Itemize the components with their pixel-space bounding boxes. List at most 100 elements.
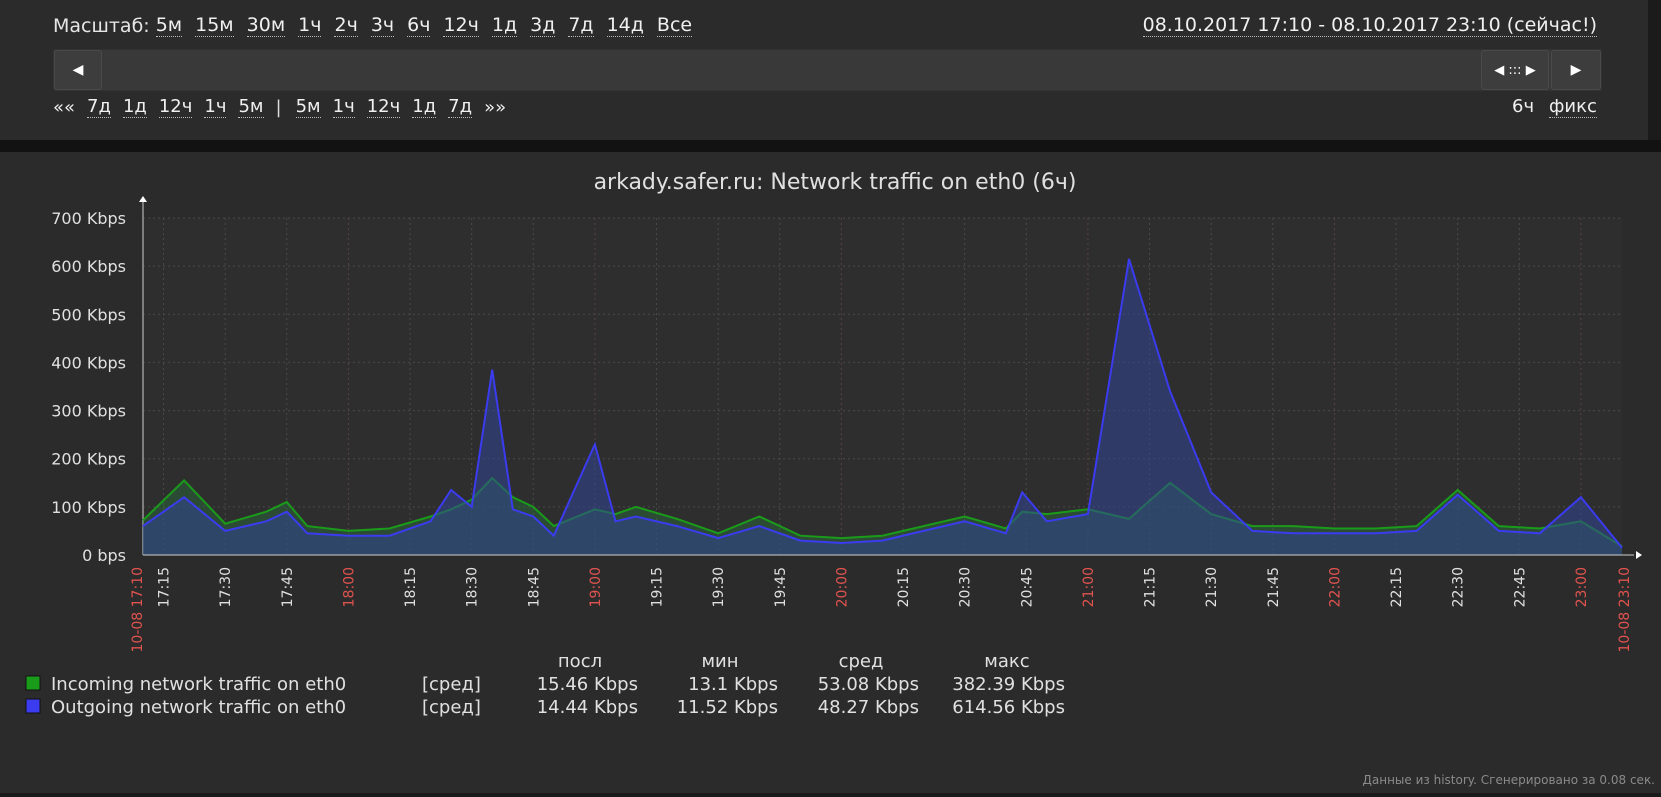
zoom-link-10[interactable]: 7д [568,14,593,37]
y-tick-label: 500 Kbps [51,305,126,324]
legend-func: [сред] [422,674,481,695]
x-tick-label: 17:30 [218,567,234,607]
chart-legend: послминсредмаксIncoming network traffic … [26,651,1065,718]
nav-row: «« 7д 1д 12ч 1ч 5м | 5м 1ч 12ч 1д 7д »» [53,96,518,118]
nav-first-link[interactable]: «« [53,97,75,118]
scroll-right-button[interactable]: ▶ [1551,50,1601,90]
x-end-label: 10-08 23:10 [1617,567,1633,652]
x-start-label: 10-08 17:10 [130,567,146,652]
x-tick-label: 18:30 [465,567,481,607]
nav-forward-link-2[interactable]: 12ч [367,96,401,118]
filter-panel: Масштаб: 5м 15м 30м 1ч 2ч 3ч 6ч 12ч 1д 3д 7д 14д Все… [0,0,1648,140]
y-tick-label: 400 Kbps [51,353,126,372]
nav-back-links: 7д 1д 12ч 1ч 5м [87,96,275,118]
zoom-link-6[interactable]: 6ч [407,14,430,37]
zoom-link-3[interactable]: 1ч [298,14,321,37]
nav-last-link[interactable]: »» [484,97,506,118]
legend-func: [сред] [422,697,481,718]
zoom-link-11[interactable]: 14д [607,14,644,37]
x-tick-label: 23:00 [1574,567,1590,607]
x-tick-label: 21:00 [1081,567,1097,607]
x-tick-label: 19:15 [650,567,666,607]
nav-forward-link-4[interactable]: 7д [448,96,472,118]
nav-back-link-3[interactable]: 1ч [204,96,226,118]
time-range[interactable]: 08.10.2017 17:10 - 08.10.2017 23:10 (сей… [1143,14,1597,37]
legend-value-max: 382.39 Kbps [952,674,1065,695]
zoom-link-7[interactable]: 12ч [443,14,478,37]
zoom-links: 5м 15м 30м 1ч 2ч 3ч 6ч 12ч 1д 3д 7д 14д Все [156,14,705,37]
x-tick-label: 21:45 [1266,567,1282,607]
network-traffic-chart[interactable]: arkady.safer.ru: Network traffic on eth0… [0,152,1661,793]
legend-swatch [26,676,40,690]
zoom-link-5[interactable]: 3ч [371,14,394,37]
zoom-link-8[interactable]: 1д [492,14,517,37]
scale-label: Масштаб: [53,15,150,37]
zoom-link-1[interactable]: 15м [195,14,234,37]
zoom-link-9[interactable]: 3д [530,14,555,37]
x-tick-label: 20:45 [1019,567,1035,607]
legend-series-name: Outgoing network traffic on eth0 [51,697,346,718]
legend-value-avg: 48.27 Kbps [818,697,919,718]
legend-value-min: 11.52 Kbps [677,697,778,718]
plot-background [143,218,1622,555]
x-axis: 17:1517:3017:4518:0018:1518:3018:4519:00… [130,551,1642,652]
x-tick-label: 17:15 [157,567,173,607]
x-tick-label: 22:00 [1327,567,1343,607]
x-tick-label: 18:15 [403,567,419,607]
zoom-link-2[interactable]: 30м [247,14,286,37]
nav-back-link-2[interactable]: 12ч [159,96,193,118]
graph-container: arkady.safer.ru: Network traffic on eth0… [0,152,1661,793]
arrow-right-icon: ▶ [1571,62,1582,78]
legend-value-last: 15.46 Kbps [537,674,638,695]
nav-forward-link-0[interactable]: 5м [296,96,321,118]
chart-grid [143,218,1622,555]
generation-footnote: Данные из history. Сгенерировано за 0.08… [1363,773,1656,787]
x-tick-label: 19:45 [773,567,789,607]
nav-back-link-0[interactable]: 7д [87,96,111,118]
y-tick-label: 700 Kbps [51,209,126,228]
zoom-link-12[interactable]: Все [657,14,692,37]
legend-value-last: 14.44 Kbps [537,697,638,718]
zoom-link-4[interactable]: 2ч [334,14,357,37]
y-tick-label: 100 Kbps [51,498,126,517]
scroll-left-button[interactable]: ◀ [54,50,102,90]
nav-separator: | [276,97,282,118]
legend-header: мин [701,651,738,672]
timeline-scrollbar[interactable] [53,49,1602,91]
legend-value-min: 13.1 Kbps [688,674,778,695]
arrow-left-icon: ◀ [73,62,84,78]
y-axis-arrow-icon [139,196,147,202]
nav-back-link-4[interactable]: 5м [238,96,263,118]
nav-back-link-1[interactable]: 1д [123,96,147,118]
y-tick-label: 0 bps [82,546,126,565]
zoom-link-0[interactable]: 5м [156,14,182,37]
legend-swatch [26,699,40,713]
legend-header: посл [558,651,602,672]
legend-value-max: 614.56 Kbps [952,697,1065,718]
x-tick-label: 22:30 [1451,567,1467,607]
scroll-handle[interactable]: ◀ ::: ▶ [1481,50,1549,90]
nav-forward-link-3[interactable]: 1д [412,96,436,118]
x-tick-label: 20:00 [834,567,850,607]
x-tick-label: 18:45 [526,567,542,607]
x-tick-label: 20:30 [958,567,974,607]
nav-forward-links: 5м 1ч 12ч 1д 7д [296,96,484,118]
y-tick-label: 200 Kbps [51,450,126,469]
x-tick-label: 21:30 [1204,567,1220,607]
x-tick-label: 22:15 [1389,567,1405,607]
x-axis-arrow-icon [1636,551,1642,559]
x-tick-label: 22:45 [1512,567,1528,607]
legend-value-avg: 53.08 Kbps [818,674,919,695]
legend-series-name: Incoming network traffic on eth0 [51,674,346,695]
y-tick-label: 300 Kbps [51,402,126,421]
legend-header: макс [984,651,1029,672]
x-tick-label: 21:15 [1143,567,1159,607]
zoom-row: Масштаб: 5м 15м 30м 1ч 2ч 3ч 6ч 12ч 1д 3д 7д 14д Все [53,14,705,37]
period-value: 6ч [1512,96,1534,117]
x-tick-label: 19:30 [711,567,727,607]
nav-forward-link-1[interactable]: 1ч [333,96,355,118]
x-tick-label: 17:45 [280,567,296,607]
fixed-toggle[interactable]: фикс [1549,96,1597,118]
x-tick-label: 20:15 [896,567,912,607]
x-tick-label: 19:00 [588,567,604,607]
